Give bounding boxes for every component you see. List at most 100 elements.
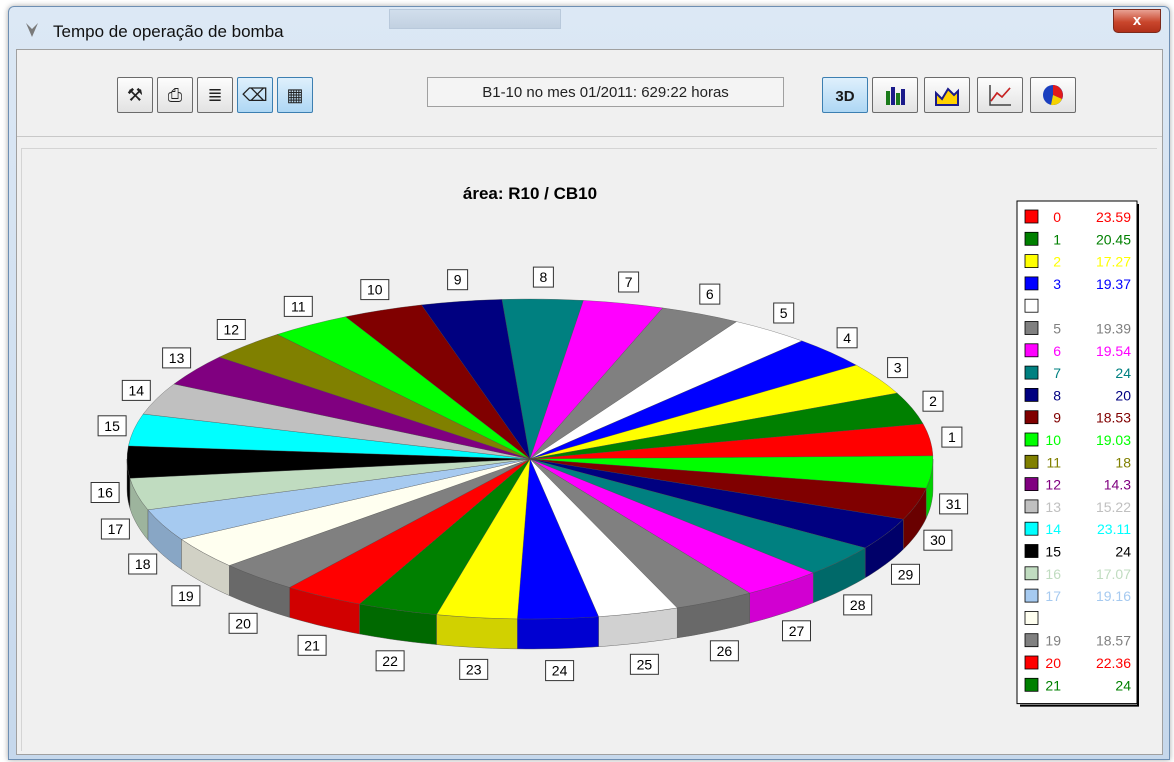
legend-index: 8 xyxy=(1053,387,1061,403)
legend-value: 23.11 xyxy=(1097,521,1131,537)
svg-text:16: 16 xyxy=(97,485,113,501)
3d-button[interactable]: 3D xyxy=(822,77,868,113)
list-icon: ≣ xyxy=(207,84,223,105)
legend-swatch xyxy=(1024,499,1039,514)
eraser-button[interactable]: ⌫ xyxy=(237,77,273,113)
export-icon: ▦ xyxy=(286,84,304,105)
legend-value: 19.03 xyxy=(1096,432,1131,448)
legend-value: 24 xyxy=(1115,677,1131,693)
svg-text:20: 20 xyxy=(235,615,251,631)
slice-label-10: 10 xyxy=(360,279,390,301)
slice-label-15: 15 xyxy=(97,415,127,437)
slice-label-20: 20 xyxy=(228,612,258,634)
legend-swatch xyxy=(1024,432,1039,447)
app-icon xyxy=(26,23,38,37)
legend-swatch xyxy=(1024,655,1039,670)
legend-swatch xyxy=(1024,610,1039,625)
area-chart-icon xyxy=(935,87,959,106)
legend-index: 5 xyxy=(1053,321,1061,337)
3d-icon: 3D xyxy=(835,88,854,105)
app-window: Tempo de operação de bomba x ⚒ ⎙ ≣ ⌫ ▦ B1-10… xyxy=(8,6,1170,760)
pie-chart-button[interactable] xyxy=(1030,77,1076,113)
slice-label-19: 19 xyxy=(171,585,201,607)
pie-chart: área: R10 / CB10 8 7654321313029282726252… xyxy=(90,184,1139,707)
legend-value: 18 xyxy=(1115,454,1131,470)
svg-text:18: 18 xyxy=(135,556,151,572)
legend-value: 18.57 xyxy=(1096,633,1131,649)
window-title: Tempo de operação de bomba xyxy=(53,22,284,41)
svg-text:24: 24 xyxy=(552,663,568,679)
slice-label-29: 29 xyxy=(891,563,920,585)
legend-item xyxy=(1024,298,1039,313)
legend-index: 14 xyxy=(1045,521,1061,537)
svg-text:17: 17 xyxy=(108,521,124,537)
list-button[interactable]: ≣ xyxy=(197,77,233,113)
svg-text:7: 7 xyxy=(625,274,633,290)
area-chart-button[interactable] xyxy=(924,77,970,113)
bar-chart-button[interactable] xyxy=(872,77,918,113)
line-chart-icon xyxy=(989,85,1011,106)
legend-index: 7 xyxy=(1053,365,1061,381)
slice-label-28: 28 xyxy=(843,594,873,616)
legend-index: 2 xyxy=(1053,254,1061,270)
printer-button[interactable]: ⎙ xyxy=(157,77,193,113)
slice-label-24: 24 xyxy=(545,660,575,682)
legend-swatch xyxy=(1024,343,1039,358)
legend-item xyxy=(1024,610,1039,625)
close-button[interactable]: x xyxy=(1113,9,1161,33)
legend-value: 23.59 xyxy=(1096,209,1131,225)
slice-label-3: 3 xyxy=(887,357,909,379)
svg-text:10: 10 xyxy=(367,282,383,298)
legend-index: 3 xyxy=(1053,276,1061,292)
legend-swatch xyxy=(1024,454,1039,469)
svg-text:12: 12 xyxy=(224,322,240,338)
svg-text:21: 21 xyxy=(304,637,320,653)
legend-swatch xyxy=(1024,677,1039,692)
legend-swatch xyxy=(1024,231,1039,246)
svg-text:2: 2 xyxy=(929,393,937,409)
legend-swatch xyxy=(1024,365,1039,380)
slice-label-13: 13 xyxy=(162,347,192,369)
legend-value: 17.07 xyxy=(1096,566,1131,582)
legend-index: 13 xyxy=(1045,499,1061,515)
3d-label: 3D xyxy=(835,88,854,105)
legend-swatch xyxy=(1024,566,1039,581)
background-window-tab xyxy=(389,9,561,29)
svg-text:1: 1 xyxy=(948,429,956,445)
legend-swatch xyxy=(1024,477,1039,492)
pie-layer xyxy=(126,298,934,650)
legend-value: 19.39 xyxy=(1096,321,1131,337)
wizard-button[interactable]: ⚒ xyxy=(117,77,153,113)
status-text-box: B1-10 no mes 01/2011: 629:22 horas xyxy=(427,77,784,107)
export-button[interactable]: ▦ xyxy=(277,77,313,113)
slice-label-8: 8 xyxy=(532,266,554,288)
svg-text:23: 23 xyxy=(466,661,482,677)
slice-side-24 xyxy=(517,616,599,650)
svg-text:27: 27 xyxy=(789,623,805,639)
slice-label-26: 26 xyxy=(709,640,739,662)
slice-label-14: 14 xyxy=(121,379,151,401)
slice-label-11: 11 xyxy=(283,295,313,317)
legend-swatch xyxy=(1024,588,1039,603)
title-bar[interactable]: Tempo de operação de bomba x xyxy=(9,7,1169,49)
slice-label-17: 17 xyxy=(100,518,130,540)
legend-index: 10 xyxy=(1045,432,1061,448)
slice-label-23: 23 xyxy=(459,658,489,680)
legend-index: 12 xyxy=(1045,477,1061,493)
client-area: ⚒ ⎙ ≣ ⌫ ▦ B1-10 no mes 01/2011: 629:22 horas… xyxy=(16,49,1163,755)
legend-value: 22.36 xyxy=(1096,655,1131,671)
legend-index: 19 xyxy=(1045,633,1061,649)
slice-label-22: 22 xyxy=(375,650,405,672)
svg-text:5: 5 xyxy=(780,305,788,321)
line-chart-button[interactable] xyxy=(977,77,1023,113)
svg-text:22: 22 xyxy=(382,653,398,669)
svg-text:13: 13 xyxy=(169,350,185,366)
legend-value: 24 xyxy=(1115,544,1131,560)
legend-swatch xyxy=(1024,633,1039,648)
slice-label-16: 16 xyxy=(90,482,120,503)
legend-value: 17.27 xyxy=(1096,254,1131,270)
legend-value: 20 xyxy=(1115,387,1131,403)
svg-text:6: 6 xyxy=(706,286,714,302)
slice-label-21: 21 xyxy=(297,634,327,656)
legend-swatch xyxy=(1024,544,1039,558)
